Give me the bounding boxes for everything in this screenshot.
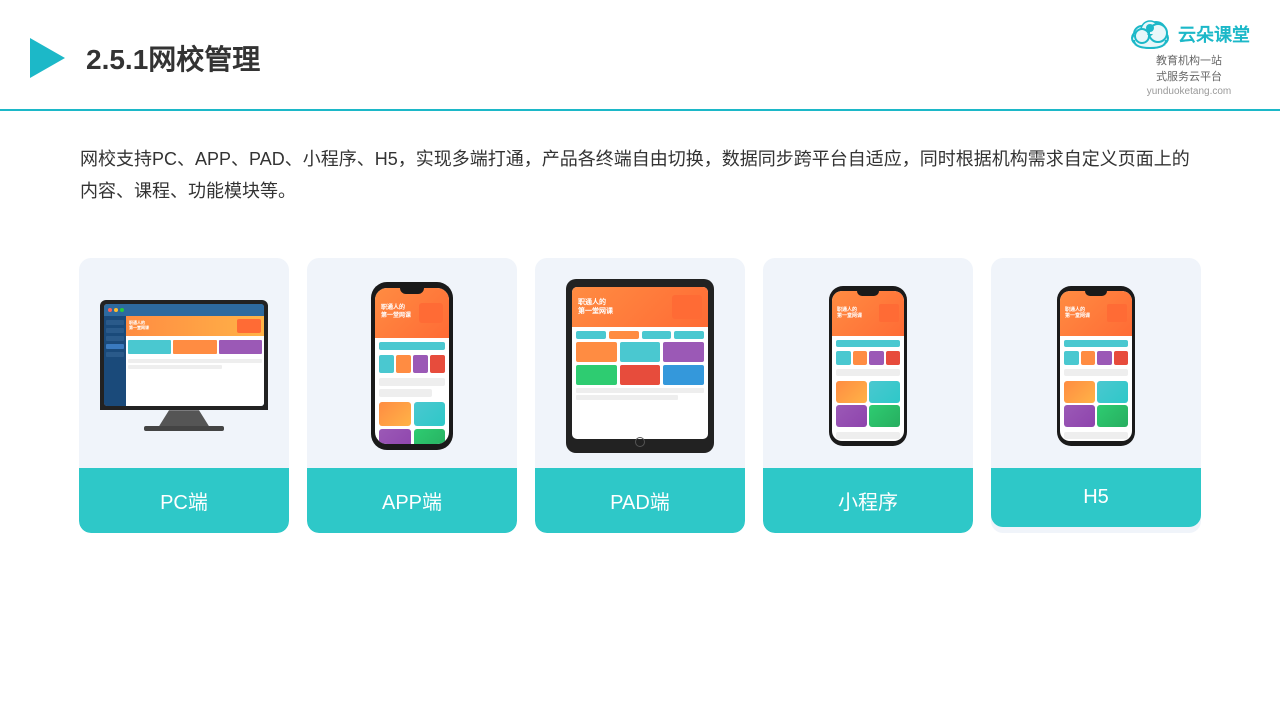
card-h5: 职通人的第一堂网课 <box>991 258 1201 533</box>
card-app-image: 职通人的第一堂网课 <box>307 258 517 468</box>
brand-name: 云朵课堂 <box>1178 21 1250 47</box>
page-title: 2.5.1网校管理 <box>86 38 260 78</box>
mini-phone-mockup-1: 职通人的第一堂网课 <box>829 286 907 446</box>
card-pc: 职通人的第一堂网课 <box>79 258 289 533</box>
pc-mockup: 职通人的第一堂网课 <box>100 300 268 431</box>
card-miniprogram-image: 职通人的第一堂网课 <box>763 258 973 468</box>
brand-logo-area: 云朵课堂 教育机构一站 式服务云平台 yunduoketang.com <box>1128 18 1250 97</box>
header-left: 2.5.1网校管理 <box>20 33 260 83</box>
card-h5-image: 职通人的第一堂网课 <box>991 258 1201 468</box>
tablet-mockup: 职通人的第一堂网课 <box>566 279 714 453</box>
brand-url: yunduoketang.com <box>1147 86 1232 97</box>
card-h5-label: H5 <box>991 468 1201 527</box>
header: 2.5.1网校管理 云朵课堂 教育机构一站 式服务云平台 yun <box>0 0 1280 111</box>
cloud-icon <box>1128 18 1172 50</box>
logo-arrow-icon <box>20 33 70 83</box>
card-pc-image: 职通人的第一堂网课 <box>79 258 289 468</box>
card-pc-label: PC端 <box>79 468 289 533</box>
mini-phone-mockup-2: 职通人的第一堂网课 <box>1057 286 1135 446</box>
card-miniprogram: 职通人的第一堂网课 <box>763 258 973 533</box>
card-app: 职通人的第一堂网课 <box>307 258 517 533</box>
brand-logo: 云朵课堂 <box>1128 18 1250 50</box>
description-content: 网校支持PC、APP、PAD、小程序、H5，实现多端打通，产品各终端自由切换，数… <box>80 149 1190 201</box>
phone-mockup-app: 职通人的第一堂网课 <box>371 282 453 450</box>
card-pad: 职通人的第一堂网课 <box>535 258 745 533</box>
cards-container: 职通人的第一堂网课 <box>0 228 1280 553</box>
card-miniprogram-label: 小程序 <box>763 468 973 533</box>
description-text: 网校支持PC、APP、PAD、小程序、H5，实现多端打通，产品各终端自由切换，数… <box>0 111 1280 218</box>
brand-subtitle: 教育机构一站 式服务云平台 <box>1156 52 1222 84</box>
card-pad-image: 职通人的第一堂网课 <box>535 258 745 468</box>
card-pad-label: PAD端 <box>535 468 745 533</box>
card-app-label: APP端 <box>307 468 517 533</box>
